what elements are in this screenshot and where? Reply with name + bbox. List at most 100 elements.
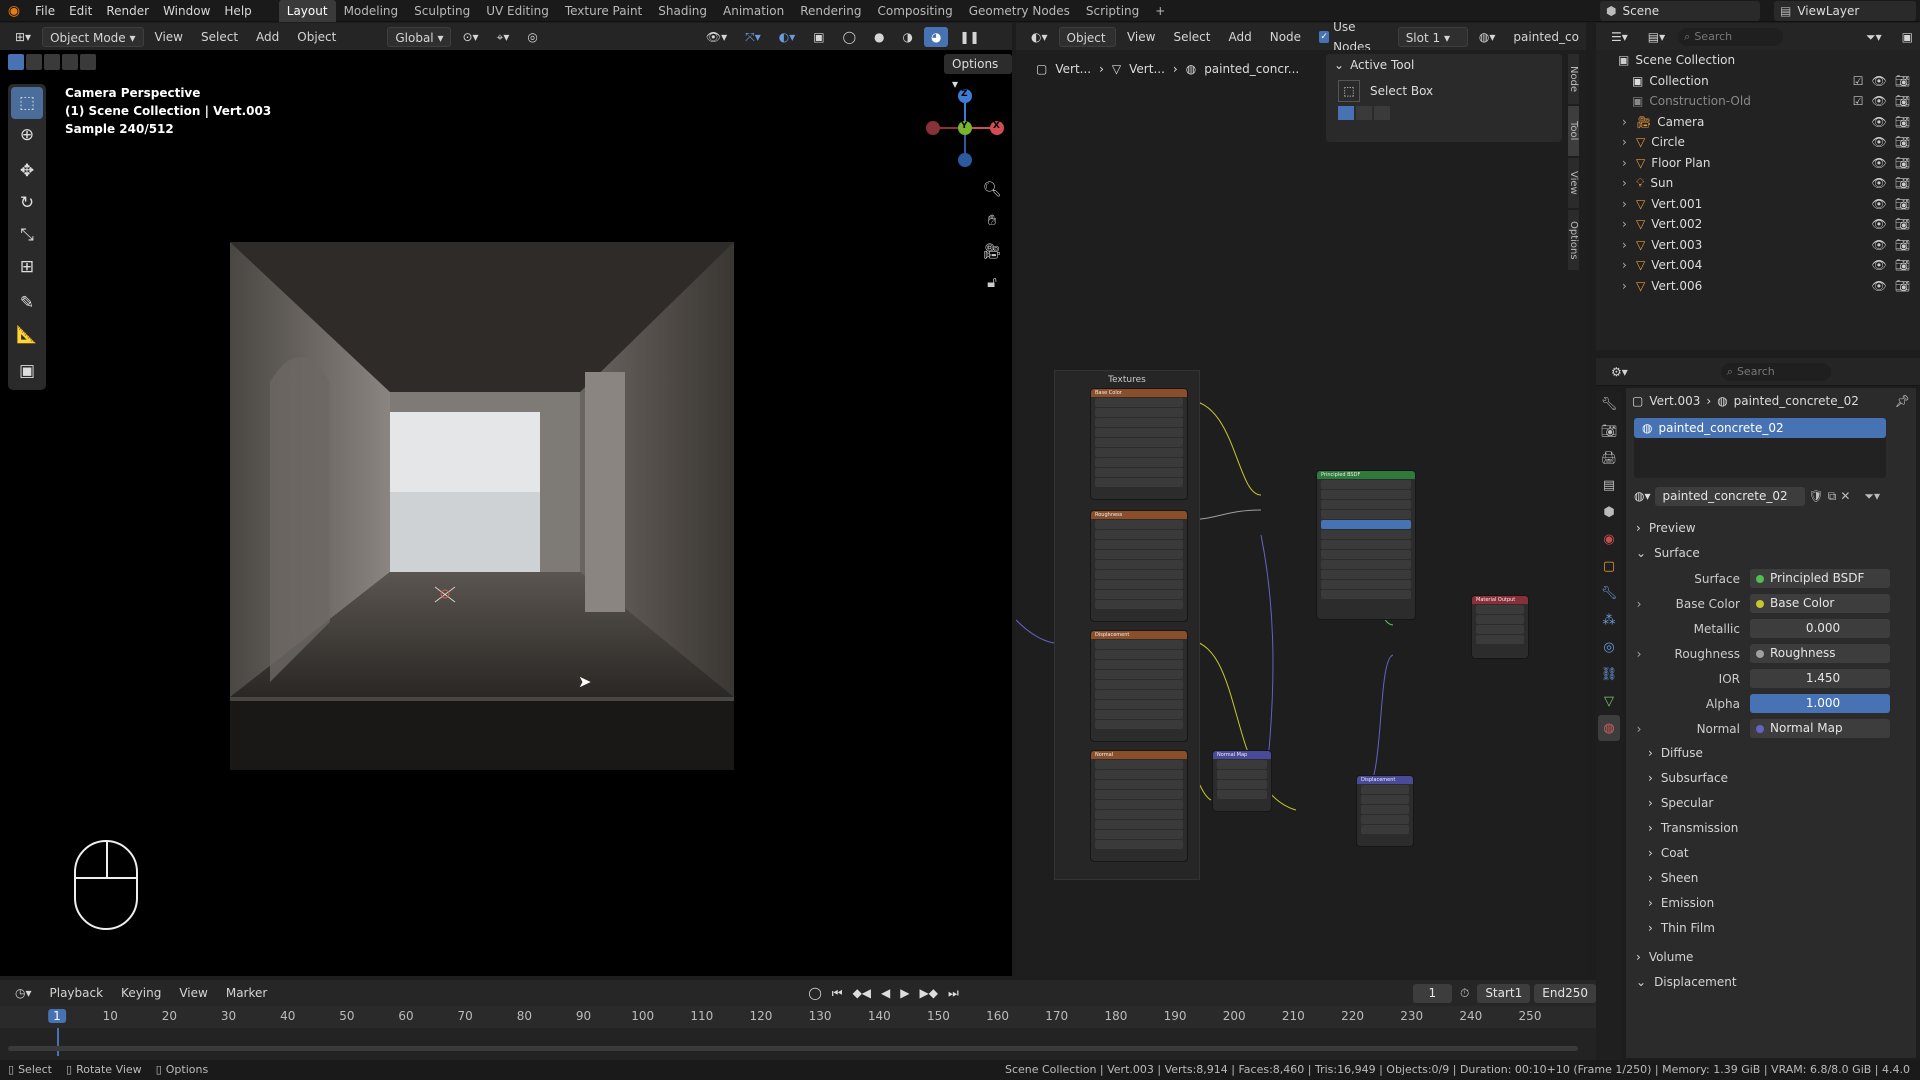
outliner-item[interactable]: › ▽ Circle 👁 📷︎ <box>1596 132 1920 153</box>
move-tool-icon[interactable]: ✥ <box>11 155 43 187</box>
outliner-item[interactable]: › ▽ Vert.004 👁 📷︎ <box>1596 255 1920 276</box>
outliner-item[interactable]: › ▽ Vert.001 👁 📷︎ <box>1596 194 1920 215</box>
eye-icon[interactable]: 👁 <box>1872 153 1887 174</box>
play-icon[interactable]: ▶ <box>900 986 909 1000</box>
stopwatch-icon[interactable]: ⏱ <box>1460 986 1469 1001</box>
xray-icon[interactable]: ▣ <box>806 27 831 47</box>
expand-chevron-icon[interactable]: › <box>1626 597 1652 611</box>
menu-add[interactable]: Add <box>249 27 286 47</box>
menu-edit[interactable]: Edit <box>62 0 99 22</box>
outliner-search[interactable]: ⌕ Search <box>1678 27 1784 46</box>
zoom-icon[interactable]: 🔍︎ <box>980 174 1004 205</box>
marker-menu[interactable]: Marker <box>219 983 274 1003</box>
node-menu-select[interactable]: Select <box>1166 27 1217 47</box>
tab-rendering[interactable]: Rendering <box>792 0 869 22</box>
outliner-item[interactable]: › 💡︎ Sun 👁 📷︎ <box>1596 173 1920 194</box>
menu-view[interactable]: View <box>148 27 190 47</box>
timeline-ruler[interactable]: 1 10 20 30 40 50 60 70 80 90 100 110 120 130 140 150 160… <box>0 1006 1596 1028</box>
add-workspace-icon[interactable]: + <box>1147 0 1173 22</box>
select-extend-icon[interactable] <box>26 54 42 70</box>
use-nodes-checkbox[interactable]: ✓ Use Nodes <box>1312 20 1394 54</box>
snap-icon[interactable]: ⌖▾ <box>490 27 517 47</box>
eye-icon[interactable]: 👁 <box>1872 214 1887 235</box>
pause-render-icon[interactable]: ❚❚ <box>952 27 986 47</box>
select-subtract-icon[interactable] <box>44 54 60 70</box>
menu-window[interactable]: Window <box>156 0 217 22</box>
menu-select[interactable]: Select <box>194 27 245 47</box>
property-value-field[interactable]: 1.450 <box>1750 669 1890 688</box>
node-editor[interactable]: ▢ Vert... › ▽ Vert... › ◍ painted_concr.… <box>1016 50 1586 976</box>
timeline-view-menu[interactable]: View <box>172 983 214 1003</box>
expand-chevron-icon[interactable]: › <box>1626 647 1652 661</box>
expand-chevron-icon[interactable]: › <box>1622 173 1632 194</box>
tab-animation[interactable]: Animation <box>715 0 792 22</box>
expand-chevron-icon[interactable]: › <box>1622 112 1632 133</box>
end-frame-field[interactable]: End 250 <box>1534 983 1596 1003</box>
new-collection-icon[interactable]: ▣ <box>1895 27 1920 47</box>
principled-bsdf-node[interactable]: Principled BSDF <box>1316 470 1416 620</box>
tab-sculpting[interactable]: Sculpting <box>406 0 478 22</box>
property-value-field[interactable]: Base Color <box>1750 594 1890 613</box>
rotate-tool-icon[interactable]: ↻ <box>11 187 43 219</box>
unlink-icon[interactable]: ✕ <box>1840 489 1850 503</box>
outliner-editor-icon[interactable]: ☰▾ <box>1604 27 1635 47</box>
constraints-tab-icon[interactable]: ⛓︎ <box>1598 661 1620 687</box>
expand-chevron-icon[interactable]: › <box>1622 214 1632 235</box>
eye-icon[interactable]: 👁 <box>1872 255 1887 276</box>
orientation-dropdown[interactable]: Global ▾ <box>387 26 452 47</box>
select-invert-icon[interactable] <box>62 54 78 70</box>
transform-tool-icon[interactable]: ⊞ <box>11 251 43 283</box>
3d-viewport[interactable]: Options ▾ ⬚ ⊕ ✥ ↻ ⤡ ⊞ ✎ 📐 ▣ Camera Persp… <box>0 50 1012 976</box>
shading-solid-icon[interactable]: ● <box>867 27 891 47</box>
jump-end-icon[interactable]: ⏭ <box>948 986 959 1001</box>
lock-icon[interactable]: 🔓︎ <box>980 267 1004 298</box>
scale-tool-icon[interactable]: ⤡ <box>11 219 43 251</box>
record-icon[interactable]: ◯ <box>808 986 821 1000</box>
property-value-field[interactable]: 0.000 <box>1750 619 1890 638</box>
fake-user-icon[interactable]: 🛡︎ <box>1809 489 1824 503</box>
scene-tab-icon[interactable]: ⬢ <box>1598 499 1620 525</box>
displacement-node[interactable]: Displacement <box>1356 775 1414 847</box>
section-volume[interactable]: › Volume <box>1626 945 1916 970</box>
timeline-editor-icon[interactable]: ◷▾ <box>8 983 39 1003</box>
material-tab-icon[interactable]: ◍ <box>1598 715 1620 741</box>
node-menu-node[interactable]: Node <box>1263 27 1308 47</box>
tab-layout[interactable]: Layout <box>278 0 336 22</box>
visibility-icon[interactable]: 👁▾ <box>699 27 734 47</box>
play-reverse-icon[interactable]: ◀ <box>881 986 890 1000</box>
modifier-tab-icon[interactable]: 🔧︎ <box>1598 580 1620 606</box>
expand-chevron-icon[interactable]: › <box>1626 722 1652 736</box>
jump-start-icon[interactable]: ⏮ <box>832 986 843 1001</box>
node-menu-add[interactable]: Add <box>1221 27 1258 47</box>
expand-chevron-icon[interactable]: › <box>1622 194 1632 215</box>
property-value-field[interactable]: Roughness <box>1750 644 1890 663</box>
shader-type-dropdown[interactable]: Object ▾ <box>1058 26 1116 65</box>
eye-icon[interactable]: 👁 <box>1872 91 1887 112</box>
blender-logo-icon[interactable]: ◉ <box>0 3 28 19</box>
render-toggle-icon[interactable]: 📷︎ <box>1895 112 1910 133</box>
tab-uv-editing[interactable]: UV Editing <box>478 0 557 22</box>
material-slot-item[interactable]: ◍ painted_concrete_02 <box>1634 418 1886 438</box>
render-toggle-icon[interactable]: 📷︎ <box>1895 214 1910 235</box>
render-toggle-icon[interactable]: 📷︎ <box>1895 91 1910 112</box>
subsection-sheen[interactable]: › Sheen <box>1626 866 1916 891</box>
property-value-field[interactable]: Principled BSDF <box>1750 569 1890 588</box>
subsection-specular[interactable]: › Specular <box>1626 791 1916 816</box>
start-frame-field[interactable]: Start 1 <box>1477 983 1531 1003</box>
render-toggle-icon[interactable]: 📷︎ <box>1895 132 1910 153</box>
material-name-field[interactable]: painted_co <box>1506 27 1586 47</box>
scene-selector[interactable]: ⬢ Scene <box>1600 1 1760 21</box>
image-texture-node-displacement[interactable]: Displacement <box>1090 630 1188 742</box>
mode-dropdown[interactable]: Object Mode ▾ <box>42 26 144 47</box>
render-toggle-icon[interactable]: 📷︎ <box>1895 173 1910 194</box>
particles-tab-icon[interactable]: ⁂ <box>1598 607 1620 633</box>
socket-dot-icon[interactable] <box>1756 649 1764 658</box>
slot-dropdown[interactable]: Slot 1 ▾ <box>1397 26 1468 47</box>
properties-search[interactable]: ⌕ Search <box>1720 362 1831 381</box>
subsection-transmission[interactable]: › Transmission <box>1626 816 1916 841</box>
filter-icon[interactable]: ⏷▾ <box>1859 27 1889 47</box>
expand-chevron-icon[interactable]: › <box>1622 153 1632 174</box>
data-tab-icon[interactable]: ▽ <box>1598 688 1620 714</box>
gizmo-toggle-icon[interactable]: ⤧▾ <box>738 27 768 47</box>
subsection-subsurface[interactable]: › Subsurface <box>1626 766 1916 791</box>
